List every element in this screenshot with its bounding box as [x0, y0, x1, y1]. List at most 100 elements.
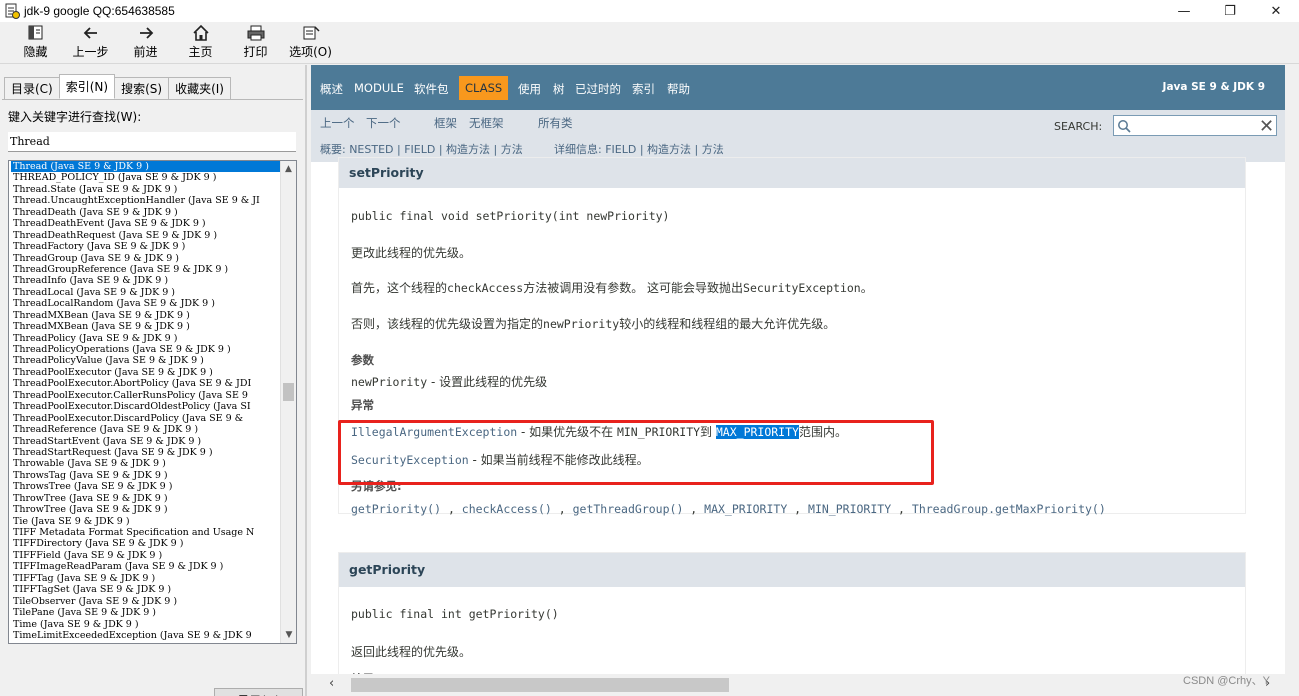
index-list-item[interactable]: TIFFImageReadParam (Java SE 9 & JDK 9 ): [11, 561, 281, 572]
index-list-item[interactable]: ThreadLocalRandom (Java SE 9 & JDK 9 ): [11, 298, 281, 309]
index-list-item[interactable]: ThrowTree (Java SE 9 & JDK 9 ): [11, 493, 281, 504]
nav-tree[interactable]: 树: [553, 81, 565, 97]
options-button[interactable]: 选项(O): [283, 22, 338, 62]
home-button[interactable]: 主页: [173, 22, 228, 62]
see-min-priority-link[interactable]: MIN_PRIORITY: [808, 502, 891, 516]
index-list-item[interactable]: ThreadDeathEvent (Java SE 9 & JDK 9 ): [11, 218, 281, 229]
nav-package[interactable]: 软件包: [414, 81, 449, 97]
index-list-item[interactable]: Throwable (Java SE 9 & JDK 9 ): [11, 458, 281, 469]
scroll-left-icon[interactable]: ‹: [329, 676, 334, 691]
close-button[interactable]: ✕: [1253, 0, 1299, 22]
index-list-item[interactable]: ThreadFactory (Java SE 9 & JDK 9 ): [11, 241, 281, 252]
index-list-item[interactable]: ThreadPoolExecutor.AbortPolicy (Java SE …: [11, 378, 281, 389]
index-list-item[interactable]: ThrowTree (Java SE 9 & JDK 9 ): [11, 504, 281, 515]
see-getthreadgroup-link[interactable]: getThreadGroup(): [573, 502, 684, 516]
horizontal-scrollbar[interactable]: ‹ ›: [311, 674, 1285, 696]
setpriority-heading: setPriority: [339, 158, 1245, 188]
index-list-item[interactable]: TIFFTag (Java SE 9 & JDK 9 ): [11, 573, 281, 584]
maximize-button[interactable]: ❐: [1207, 0, 1253, 22]
index-list[interactable]: Thread (Java SE 9 & JDK 9 ) THREAD_POLICY…: [8, 160, 297, 644]
index-list-item[interactable]: ThreadDeathRequest (Java SE 9 & JDK 9 ): [11, 230, 281, 241]
index-list-item[interactable]: TIFFField (Java SE 9 & JDK 9 ): [11, 550, 281, 561]
index-list-item[interactable]: ThreadPoolExecutor (Java SE 9 & JDK 9 ): [11, 367, 281, 378]
securityexception-code: SecurityException: [743, 281, 861, 295]
index-list-item[interactable]: ThreadDeath (Java SE 9 & JDK 9 ): [11, 207, 281, 218]
frames-link[interactable]: 框架: [434, 115, 457, 131]
back-label: 上一步: [72, 45, 109, 59]
index-list-item[interactable]: Thread.UncaughtExceptionHandler (Java SE…: [11, 195, 281, 206]
index-list-item[interactable]: ThreadGroupReference (Java SE 9 & JDK 9 …: [11, 264, 281, 275]
clear-search-icon[interactable]: ✕: [1259, 116, 1274, 137]
show-button[interactable]: 显示(D): [214, 688, 303, 696]
nav-deprecated[interactable]: 已过时的: [575, 81, 621, 97]
see-checkaccess-link[interactable]: checkAccess(): [462, 502, 552, 516]
index-list-item[interactable]: Tie (Java SE 9 & JDK 9 ): [11, 516, 281, 527]
index-list-item[interactable]: ThreadPoolExecutor.DiscardPolicy (Java S…: [11, 413, 281, 424]
scroll-up-icon[interactable]: ▲: [281, 161, 296, 177]
search-input[interactable]: [1113, 115, 1277, 136]
index-list-item[interactable]: ThreadPoolExecutor.CallerRunsPolicy (Jav…: [11, 390, 281, 401]
keyword-input[interactable]: [8, 132, 296, 152]
index-list-item[interactable]: TIFF Metadata Format Specification and U…: [11, 527, 281, 538]
nav-use[interactable]: 使用: [518, 81, 541, 97]
tab-search[interactable]: 搜索(S): [114, 77, 170, 99]
index-list-item[interactable]: TileObserver (Java SE 9 & JDK 9 ): [11, 596, 281, 607]
index-list-item[interactable]: Thread.State (Java SE 9 & JDK 9 ): [11, 184, 281, 195]
summary-links[interactable]: 概要: NESTED | FIELD | 构造方法 | 方法: [320, 141, 523, 157]
index-list-item[interactable]: ThreadReference (Java SE 9 & JDK 9 ): [11, 424, 281, 435]
no-frames-link[interactable]: 无框架: [469, 115, 504, 131]
minimize-button[interactable]: —: [1161, 0, 1207, 22]
index-list-item[interactable]: Time (Java SE 9 & JDK 9 ): [11, 619, 281, 630]
vertical-scrollbar[interactable]: [1285, 65, 1299, 696]
tab-contents[interactable]: 目录(C): [4, 77, 60, 99]
tab-index[interactable]: 索引(N): [58, 74, 116, 99]
sub-nav: 上一个 下一个 框架 无框架 所有类 SEARCH: ✕ 概要: NESTED …: [311, 110, 1285, 162]
index-list-item[interactable]: ThreadPoolExecutor.DiscardOldestPolicy (…: [11, 401, 281, 412]
index-list-item[interactable]: ThreadPolicy (Java SE 9 & JDK 9 ): [11, 333, 281, 344]
desc3-text-b: 较小的线程和线程组的最大允许优先级。: [619, 317, 836, 331]
highlight-box: [338, 420, 934, 485]
index-list-item[interactable]: TilePane (Java SE 9 & JDK 9 ): [11, 607, 281, 618]
setpriority-desc1: 更改此线程的优先级。: [351, 246, 472, 260]
nav-module[interactable]: MODULE: [354, 81, 404, 95]
index-list-item[interactable]: ThreadLocal (Java SE 9 & JDK 9 ): [11, 287, 281, 298]
index-list-item[interactable]: ThreadInfo (Java SE 9 & JDK 9 ): [11, 275, 281, 286]
index-list-item[interactable]: ThreadMXBean (Java SE 9 & JDK 9 ): [11, 310, 281, 321]
see-getmaxpriority-link[interactable]: ThreadGroup.getMaxPriority(): [912, 502, 1106, 516]
print-button[interactable]: 打印: [228, 22, 283, 62]
index-list-item[interactable]: TIFFTagSet (Java SE 9 & JDK 9 ): [11, 584, 281, 595]
detail-links[interactable]: 详细信息: FIELD | 构造方法 | 方法: [554, 141, 724, 157]
all-classes-link[interactable]: 所有类: [538, 115, 573, 131]
index-list-scrollbar[interactable]: ▲ ▼: [280, 161, 296, 643]
next-class-link[interactable]: 下一个: [366, 115, 401, 131]
see-getpriority-link[interactable]: getPriority(): [351, 502, 441, 516]
desc3-text-a: 否则，该线程的优先级设置为指定的: [351, 317, 544, 331]
nav-help[interactable]: 帮助: [667, 81, 690, 97]
index-list-item[interactable]: ThreadStartRequest (Java SE 9 & JDK 9 ): [11, 447, 281, 458]
index-list-item[interactable]: ThreadMXBean (Java SE 9 & JDK 9 ): [11, 321, 281, 332]
index-list-item[interactable]: ThreadStartEvent (Java SE 9 & JDK 9 ): [11, 436, 281, 447]
index-list-item[interactable]: THREAD_POLICY_ID (Java SE 9 & JDK 9 ): [11, 172, 281, 183]
prev-class-link[interactable]: 上一个: [320, 115, 355, 131]
forward-button[interactable]: 前进: [118, 22, 173, 62]
index-list-item[interactable]: ThrowsTree (Java SE 9 & JDK 9 ): [11, 481, 281, 492]
index-list-item[interactable]: Thread (Java SE 9 & JDK 9 ): [11, 161, 281, 173]
nav-index[interactable]: 索引: [632, 81, 655, 97]
see-max-priority-link[interactable]: MAX_PRIORITY: [704, 502, 787, 516]
nav-overview[interactable]: 概述: [320, 81, 343, 97]
hide-button[interactable]: 隐藏: [8, 22, 63, 62]
back-arrow-icon: [83, 27, 97, 39]
back-button[interactable]: 上一步: [63, 22, 118, 62]
index-list-item[interactable]: TIFFDirectory (Java SE 9 & JDK 9 ): [11, 538, 281, 549]
index-list-item[interactable]: TimeLimitExceededException (Java SE 9 & …: [11, 630, 281, 641]
nav-class[interactable]: CLASS: [459, 76, 509, 100]
index-list-item[interactable]: ThreadPolicyValue (Java SE 9 & JDK 9 ): [11, 355, 281, 366]
scroll-thumb[interactable]: [283, 383, 294, 401]
tab-favorites[interactable]: 收藏夹(I): [168, 77, 231, 99]
index-list-item[interactable]: ThrowsTag (Java SE 9 & JDK 9 ): [11, 470, 281, 481]
scroll-down-icon[interactable]: ▼: [281, 627, 296, 643]
index-list-item[interactable]: ThreadGroup (Java SE 9 & JDK 9 ): [11, 253, 281, 264]
method-detail: setPriority public final void setPriorit…: [311, 157, 1285, 692]
horizontal-scroll-thumb[interactable]: [351, 678, 729, 692]
index-list-item[interactable]: ThreadPolicyOperations (Java SE 9 & JDK …: [11, 344, 281, 355]
